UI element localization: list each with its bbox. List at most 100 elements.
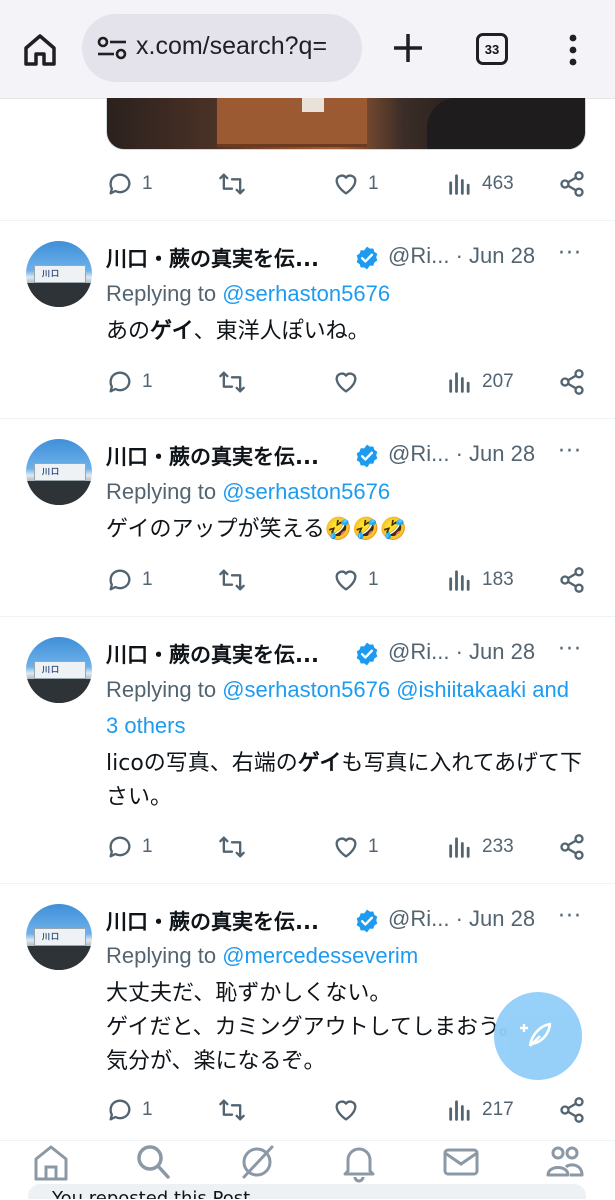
tweet-actions: 1 217 [106,1090,588,1130]
nav-grok-icon[interactable] [236,1141,278,1183]
mention-link[interactable]: @mercedesseverim [222,943,418,968]
like-button[interactable] [332,362,368,402]
nav-search-icon[interactable] [132,1141,174,1183]
replying-label: Replying to [106,677,217,702]
handle-and-date[interactable]: @Ri... · Jun 28 [388,243,535,269]
handle[interactable]: @Ri... [388,639,449,664]
display-name[interactable]: 川口・蕨の真実を伝... [106,243,338,273]
share-icon [560,1097,584,1123]
reply-icon [109,569,131,591]
tweet-date[interactable]: · Jun 28 [456,906,536,931]
views-button[interactable]: 463 [446,164,514,204]
reply-button[interactable]: 1 [106,164,153,204]
views-button[interactable]: 207 [446,362,514,402]
prev-tweet-actions: 1 1 463 [106,164,588,204]
verified-icon [356,444,378,468]
like-button[interactable]: 1 [332,560,379,600]
divider [0,220,615,221]
repost-toast-peek: You reposted this Post [28,1184,586,1199]
like-button[interactable]: 1 [332,827,379,867]
tabs-icon[interactable]: 33 [476,33,508,65]
retweet-button[interactable] [218,362,246,402]
avatar[interactable]: 川口 [26,904,92,970]
reply-count: 1 [142,1099,153,1120]
reply-button[interactable]: 1 [106,1090,153,1130]
url-text[interactable]: x.com/search?q= [136,32,356,61]
share-button[interactable] [558,164,586,204]
display-name[interactable]: 川口・蕨の真実を伝... [106,906,338,936]
more-icon[interactable]: ··· [558,637,582,662]
retweet-button[interactable] [218,164,246,204]
avatar[interactable]: 川口 [26,637,92,703]
retweet-icon [219,569,245,591]
tweet-text: ゲイのアップが笑える🤣🤣🤣 [106,517,408,542]
retweet-icon [219,836,245,858]
tweet-actions: 1 1 233 [106,827,588,867]
reply-button[interactable]: 1 [106,560,153,600]
share-button[interactable] [558,827,586,867]
reply-icon [109,173,131,195]
handle[interactable]: @Ri... [388,906,449,931]
handle[interactable]: @Ri... [388,441,449,466]
views-count: 233 [482,836,514,857]
compose-icon [520,1022,552,1047]
reply-button[interactable]: 1 [106,827,153,867]
like-button[interactable] [332,1090,368,1130]
share-button[interactable] [558,362,586,402]
plus-icon[interactable] [386,26,430,70]
nav-home-icon[interactable] [30,1141,72,1183]
tweet-date[interactable]: · Jun 28 [456,639,536,664]
retweet-button[interactable] [218,560,246,600]
nav-notifications-icon[interactable] [338,1141,380,1183]
verified-icon [356,909,378,933]
like-icon [335,372,357,393]
verified-icon [356,246,378,270]
reply-button[interactable]: 1 [106,362,153,402]
reply-count: 1 [142,569,153,590]
share-icon [560,171,584,197]
views-count: 207 [482,371,514,392]
display-name[interactable]: 川口・蕨の真実を伝... [106,441,338,471]
divider [0,418,615,419]
handle-and-date[interactable]: @Ri... · Jun 28 [388,639,535,665]
home-icon[interactable] [18,28,62,72]
handle-and-date[interactable]: @Ri... · Jun 28 [388,906,535,932]
retweet-icon [219,173,245,195]
more-icon[interactable]: ··· [558,241,582,266]
retweet-button[interactable] [218,827,246,867]
handle-and-date[interactable]: @Ri... · Jun 28 [388,441,535,467]
replying-label: Replying to [106,479,217,504]
mention-link[interactable]: @serhaston5676 [222,281,390,306]
tweet-date[interactable]: · Jun 28 [456,243,536,268]
replying-to: Replying to @mercedesseverim [106,938,586,974]
tweet-date[interactable]: · Jun 28 [456,441,536,466]
like-icon [335,837,357,858]
mention-link[interactable]: @serhaston5676 [222,479,390,504]
views-button[interactable]: 183 [446,560,514,600]
tweet-media-image[interactable] [106,98,586,150]
tweet-text: あのゲイ、東洋人ぽいね。 [106,319,370,344]
compose-button[interactable] [494,992,582,1080]
handle[interactable]: @Ri... [388,243,449,268]
views-icon [449,174,470,195]
reply-count: 1 [142,836,153,857]
tune-icon[interactable] [96,36,128,60]
share-button[interactable] [558,560,586,600]
share-icon [560,567,584,593]
views-button[interactable]: 217 [446,1090,514,1130]
views-button[interactable]: 233 [446,827,514,867]
more-icon[interactable]: ··· [558,904,582,929]
views-icon [449,570,470,591]
share-button[interactable] [558,1090,586,1130]
like-count: 1 [368,173,379,194]
retweet-button[interactable] [218,1090,246,1130]
kebab-icon[interactable] [558,30,588,70]
more-icon[interactable]: ··· [558,439,582,464]
address-bar[interactable]: x.com/search?q= [82,14,362,82]
nav-messages-icon[interactable] [440,1141,482,1183]
nav-communities-icon[interactable] [544,1141,586,1183]
display-name[interactable]: 川口・蕨の真実を伝... [106,639,338,669]
avatar[interactable]: 川口 [26,439,92,505]
like-button[interactable]: 1 [332,164,379,204]
avatar[interactable]: 川口 [26,241,92,307]
